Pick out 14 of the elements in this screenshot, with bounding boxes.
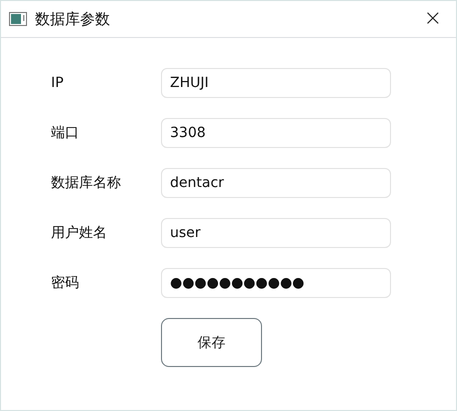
window-title: 数据库参数 xyxy=(35,10,111,28)
close-button[interactable]: × xyxy=(420,8,446,30)
field-label: IP xyxy=(50,75,65,91)
input-field[interactable]: user xyxy=(161,218,391,248)
field-label: 端口 xyxy=(50,124,80,142)
field-label: 用户姓名 xyxy=(50,224,108,242)
input-field[interactable]: ZHUJI xyxy=(161,68,391,98)
input-field[interactable]: ●●●●●●●●●●● xyxy=(161,268,391,298)
window-icon xyxy=(9,12,27,26)
field-label: 密码 xyxy=(50,274,80,292)
input-field[interactable]: dentacr xyxy=(161,168,391,198)
save-button[interactable]: 保存 xyxy=(161,318,262,367)
field-label: 数据库名称 xyxy=(50,174,122,192)
input-field[interactable]: 3308 xyxy=(161,118,391,148)
